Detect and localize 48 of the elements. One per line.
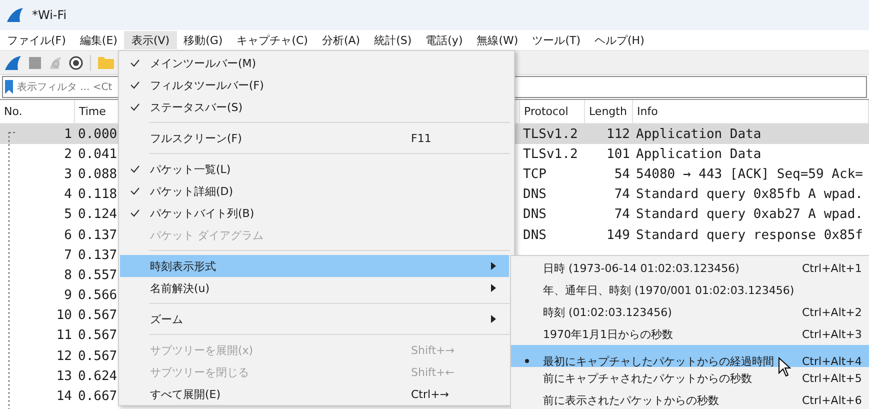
table-cell-text: 149 bbox=[606, 228, 631, 243]
table-cell-text: DNS bbox=[522, 207, 546, 222]
table-cell-text: Application Data bbox=[635, 146, 762, 162]
table-cell-text: 0.124 bbox=[77, 207, 118, 222]
table-cell-text: 0.118 bbox=[77, 187, 118, 202]
table-cell-text: Standard query 0x85fb A wpad. bbox=[635, 187, 863, 202]
table-cell-text: 14 bbox=[56, 389, 73, 404]
table-cell-text: 11 bbox=[56, 328, 73, 344]
table-cell-text: 0.041 bbox=[77, 146, 118, 162]
filter-placeholder: 表示フィルタ ... <Ct bbox=[17, 80, 112, 94]
table-cell-text: 3 bbox=[64, 166, 73, 182]
table-cell-text: 4 bbox=[64, 187, 73, 202]
table-cell-text: 2 bbox=[64, 146, 73, 162]
table-cell-text: 0.567 bbox=[77, 328, 118, 344]
table-cell-text: 7 bbox=[64, 248, 73, 263]
table-cell-text: TLSv1.2 bbox=[522, 146, 578, 162]
table-cell-text: DNS bbox=[522, 187, 546, 202]
table-cell-text: 13 bbox=[56, 368, 73, 384]
table-cell-text: TCP bbox=[522, 166, 546, 182]
table-cell-text: DNS bbox=[522, 228, 546, 243]
table-cell-text: 74 bbox=[614, 187, 631, 202]
table-cell-text: 0.566 bbox=[77, 288, 118, 304]
table-cell-text: 6 bbox=[64, 228, 73, 243]
table-cell-text: Application Data bbox=[635, 126, 762, 142]
window-title: *Wi-Fi bbox=[32, 8, 67, 22]
table-cell-text: 54 bbox=[614, 166, 631, 182]
table-cell-text: Standard query response 0x85f bbox=[635, 228, 863, 243]
table-cell-text: 0.000 bbox=[77, 126, 118, 142]
table-cell-text: 0.088 bbox=[77, 166, 118, 182]
table-cell-text: Standard query 0xab27 A wpad. bbox=[635, 207, 863, 222]
table-cell-text: 8 bbox=[64, 268, 73, 283]
table-cell-text: 0.137 bbox=[77, 228, 118, 243]
table-cell-text: 54080 → 443 [ACK] Seq=59 Ack= bbox=[635, 166, 863, 182]
table-cell-text: 0.667 bbox=[77, 389, 118, 404]
table-cell-text: 0.567 bbox=[77, 308, 118, 324]
table-cell-text: 0.137 bbox=[77, 248, 118, 263]
table-cell-text: 101 bbox=[606, 146, 631, 162]
table-cell-text: 1 bbox=[64, 126, 73, 142]
table-cell-text: 12 bbox=[56, 348, 73, 364]
table-cell-text: 112 bbox=[606, 126, 631, 142]
table-cell-text: TLSv1.2 bbox=[522, 126, 578, 142]
table-cell-text: 5 bbox=[64, 207, 73, 222]
table-cell-text: 0.567 bbox=[77, 348, 118, 364]
table-cell-text: 10 bbox=[56, 308, 73, 324]
table-cell-text: 0.557 bbox=[77, 268, 118, 283]
table-cell-text: 9 bbox=[64, 288, 73, 304]
table-cell-text: 0.624 bbox=[77, 368, 118, 384]
table-cell-text: 74 bbox=[614, 207, 631, 222]
